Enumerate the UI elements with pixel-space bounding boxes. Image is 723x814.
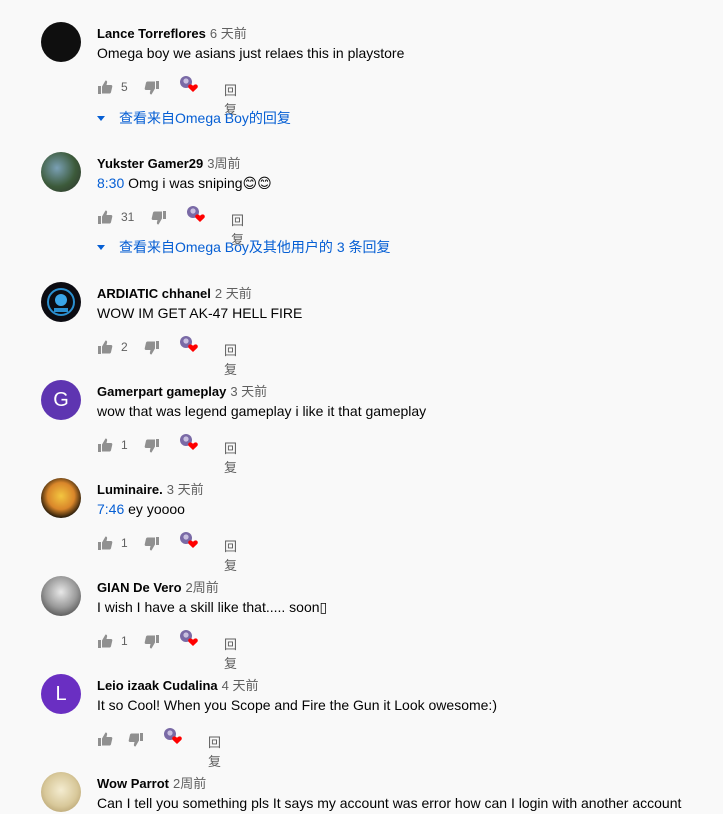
- comment-time[interactable]: 2周前: [186, 580, 219, 595]
- comment-header: Luminaire. 3 天前: [97, 479, 204, 498]
- comment-text: wow that was legend gameplay i like it t…: [97, 403, 427, 419]
- creator-heart-icon: [178, 73, 200, 95]
- avatar-letter: G: [53, 388, 69, 411]
- thumbs-up-icon[interactable]: [97, 209, 113, 225]
- view-replies-label: 查看来自Omega Boy及其他用户的 3 条回复: [119, 239, 391, 255]
- avatar-letter: L: [55, 682, 67, 705]
- author-name[interactable]: Gamerpart gameplay: [97, 384, 226, 399]
- like-count: 2: [121, 340, 128, 354]
- comment-header: GIAN De Vero 2周前: [97, 577, 219, 596]
- comment-text: I wish I have a skill like that..... soo…: [97, 599, 328, 615]
- creator-heart-icon: [178, 627, 200, 649]
- thumbs-up-icon[interactable]: [97, 633, 113, 649]
- thumbs-down-icon[interactable]: [128, 732, 144, 748]
- comment-text: Omega boy we asians just relaes this in …: [97, 45, 405, 61]
- reply-button[interactable]: 回复: [208, 732, 221, 770]
- author-name[interactable]: Leio izaak Cudalina: [97, 678, 218, 693]
- avatar[interactable]: [41, 22, 81, 62]
- reply-button[interactable]: 回复: [224, 536, 237, 574]
- author-name[interactable]: GIAN De Vero: [97, 580, 182, 595]
- like-count: 5: [121, 80, 128, 94]
- comment-time[interactable]: 3 天前: [230, 384, 267, 399]
- author-name[interactable]: ARDIATIC chhanel: [97, 286, 211, 301]
- thumbs-down-icon[interactable]: [144, 438, 160, 454]
- comment-header: Yukster Gamer29 3周前: [97, 153, 240, 172]
- like-count: 1: [121, 634, 128, 648]
- comment-header: Lance Torreflores 6 天前: [97, 23, 247, 42]
- view-replies-button[interactable]: 查看来自Omega Boy及其他用户的 3 条回复: [97, 237, 391, 257]
- reply-button[interactable]: 回复: [224, 634, 237, 672]
- author-name[interactable]: Lance Torreflores: [97, 26, 206, 41]
- comment-time[interactable]: 3 天前: [167, 482, 204, 497]
- avatar[interactable]: [41, 282, 81, 322]
- view-replies-button[interactable]: 查看来自Omega Boy的回复: [97, 108, 291, 128]
- avatar[interactable]: L: [41, 674, 81, 714]
- creator-heart-icon: [178, 333, 200, 355]
- reply-button[interactable]: 回复: [224, 438, 237, 476]
- thumbs-down-icon[interactable]: [144, 634, 160, 650]
- creator-heart-icon: [162, 725, 184, 747]
- creator-heart-icon: [178, 529, 200, 551]
- creator-heart-icon: [185, 203, 207, 225]
- comment-header: Leio izaak Cudalina 4 天前: [97, 675, 259, 694]
- comment-text: It so Cool! When you Scope and Fire the …: [97, 697, 497, 713]
- caret-down-icon: [97, 244, 105, 250]
- thumbs-up-icon[interactable]: [97, 535, 113, 551]
- author-name[interactable]: Wow Parrot: [97, 776, 169, 791]
- avatar[interactable]: [41, 576, 81, 616]
- comment-header: Wow Parrot 2周前: [97, 773, 206, 792]
- thumbs-up-icon[interactable]: [97, 339, 113, 355]
- thumbs-up-icon[interactable]: [97, 731, 113, 747]
- reply-button[interactable]: 回复: [224, 340, 237, 378]
- like-count: 31: [121, 210, 135, 224]
- view-replies-label: 查看来自Omega Boy的回复: [119, 110, 291, 126]
- comment-header: ARDIATIC chhanel 2 天前: [97, 283, 252, 302]
- author-name[interactable]: Yukster Gamer29: [97, 156, 203, 171]
- thumbs-down-icon[interactable]: [144, 80, 160, 96]
- comment-time[interactable]: 2周前: [173, 776, 206, 791]
- caret-down-icon: [97, 115, 105, 121]
- comment-time[interactable]: 6 天前: [210, 26, 247, 41]
- avatar[interactable]: [41, 478, 81, 518]
- thumbs-up-icon[interactable]: [97, 79, 113, 95]
- avatar[interactable]: G: [41, 380, 81, 420]
- thumbs-down-icon[interactable]: [144, 340, 160, 356]
- author-name[interactable]: Luminaire.: [97, 482, 163, 497]
- comment-text: 7:46 ey yoooo: [97, 501, 185, 517]
- thumbs-up-icon[interactable]: [97, 437, 113, 453]
- comment-body: ey yoooo: [124, 501, 185, 517]
- comment-time[interactable]: 3周前: [207, 156, 240, 171]
- comment-text: 8:30 Omg i was sniping😊😊: [97, 175, 272, 192]
- avatar[interactable]: [41, 772, 81, 812]
- thumbs-down-icon[interactable]: [151, 210, 167, 226]
- comment-time[interactable]: 2 天前: [215, 286, 252, 301]
- timestamp-link[interactable]: 8:30: [97, 175, 124, 191]
- like-count: 1: [121, 438, 128, 452]
- creator-heart-icon: [178, 431, 200, 453]
- comment-time[interactable]: 4 天前: [222, 678, 259, 693]
- comment-header: Gamerpart gameplay 3 天前: [97, 381, 267, 400]
- avatar[interactable]: [41, 152, 81, 192]
- timestamp-link[interactable]: 7:46: [97, 501, 124, 517]
- thumbs-down-icon[interactable]: [144, 536, 160, 552]
- like-count: 1: [121, 536, 128, 550]
- comment-text: WOW IM GET AK-47 HELL FIRE: [97, 305, 303, 321]
- comment-text: Can I tell you something pls It says my …: [97, 795, 682, 811]
- comment-body: Omg i was sniping😊😊: [124, 175, 272, 191]
